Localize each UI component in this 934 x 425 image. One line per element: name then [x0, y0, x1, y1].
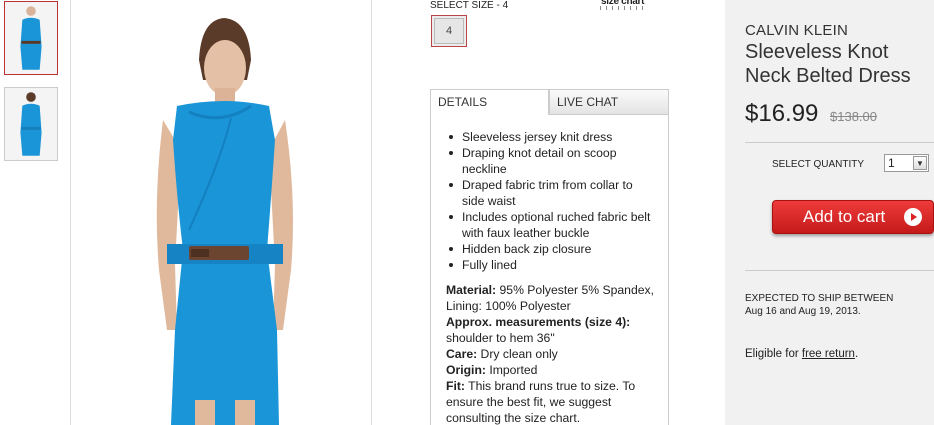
shipping-dates: Aug 16 and Aug 19, 2013.	[745, 306, 861, 317]
original-price: $138.00	[830, 109, 877, 124]
dress-back-thumbnail-image	[5, 88, 57, 160]
thumbnail-back[interactable]	[4, 87, 58, 161]
quantity-label: SELECT QUANTITY	[772, 159, 865, 170]
tab-live-chat[interactable]: LIVE CHAT	[549, 89, 669, 115]
add-to-cart-label: Add to cart	[803, 207, 886, 226]
product-info-tabs: DETAILS LIVE CHAT Sleeveless jersey knit…	[430, 89, 669, 425]
feature-item: Hidden back zip closure	[446, 241, 654, 257]
shipping-line: EXPECTED TO SHIP BETWEEN	[745, 293, 894, 304]
size-option-4[interactable]: 4	[431, 15, 467, 47]
shipping-estimate: EXPECTED TO SHIP BETWEEN Aug 16 and Aug …	[745, 292, 893, 318]
free-return-link[interactable]: free return	[802, 348, 855, 360]
size-option-label: 4	[434, 18, 464, 44]
feature-item: Draped fabric trim from collar to side w…	[446, 177, 654, 209]
quantity-value: 1	[888, 156, 895, 170]
return-eligibility: Eligible for free return.	[745, 348, 859, 360]
divider	[745, 270, 934, 271]
tab-details[interactable]: DETAILS	[430, 89, 549, 115]
spec-origin: Origin: Imported	[446, 363, 538, 377]
arrow-right-icon	[904, 208, 922, 226]
feature-item: Includes optional ruched fabric belt wit…	[446, 209, 654, 241]
feature-item: Draping knot detail on scoop neckline	[446, 145, 654, 177]
details-panel: Sleeveless jersey knit dress Draping kno…	[430, 114, 669, 425]
size-label: SELECT SIZE - 4	[430, 0, 509, 11]
divider	[745, 142, 934, 143]
main-product-image[interactable]	[70, 0, 372, 425]
feature-item: Sleeveless jersey knit dress	[446, 129, 654, 145]
brand-name: CALVIN KLEIN	[745, 22, 848, 39]
spec-measurements: Approx. measurements (size 4): shoulder …	[446, 315, 631, 345]
model-in-blue-dress-image	[71, 0, 371, 425]
size-chart-link[interactable]: size chart	[600, 0, 644, 10]
quantity-select[interactable]: 1 ▼	[884, 154, 929, 172]
thumbnail-front[interactable]	[4, 1, 58, 75]
chevron-down-icon[interactable]: ▼	[913, 156, 927, 170]
feature-list: Sleeveless jersey knit dress Draping kno…	[446, 129, 654, 273]
add-to-cart-button[interactable]: Add to cart	[772, 200, 934, 234]
product-title: Sleeveless Knot Neck Belted Dress	[745, 41, 911, 87]
spec-material: Material: 95% Polyester 5% Spandex, Lini…	[446, 283, 654, 313]
dress-front-thumbnail-image	[5, 2, 57, 74]
sale-price: $16.99	[745, 100, 819, 127]
feature-item: Fully lined	[446, 257, 654, 273]
spec-list: Material: 95% Polyester 5% Spandex, Lini…	[446, 282, 654, 425]
spec-fit: Fit: This brand runs true to size. To en…	[446, 379, 636, 425]
spec-care: Care: Dry clean only	[446, 347, 558, 361]
